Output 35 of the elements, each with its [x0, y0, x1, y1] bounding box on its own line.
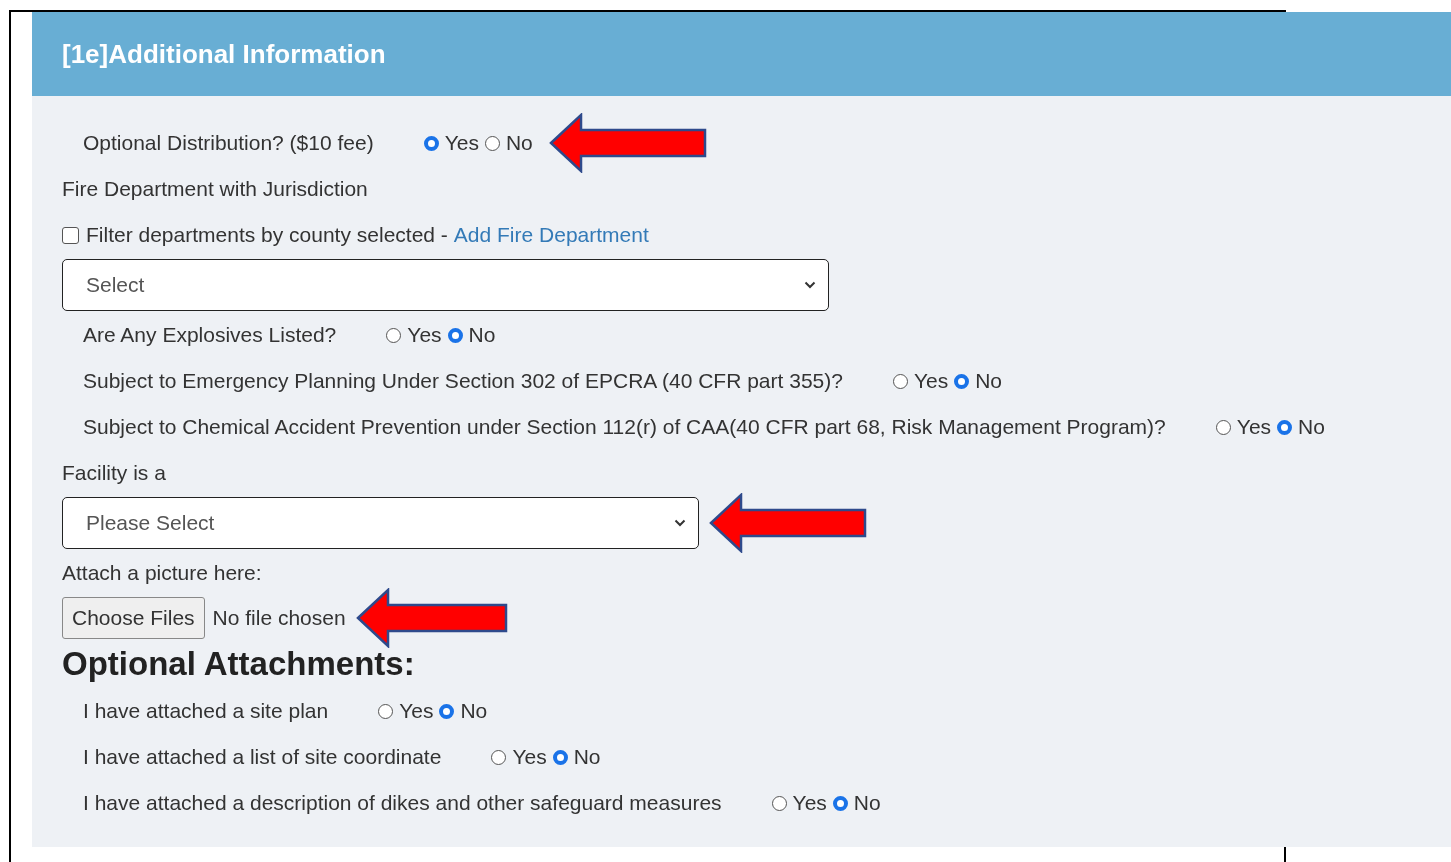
radio-option[interactable]: Yes [892, 369, 949, 393]
select-field[interactable]: Select [62, 259, 829, 311]
checkbox-label: Filter departments by county selected - [86, 223, 448, 247]
radio-option[interactable]: Yes [771, 791, 827, 815]
field-label: Attach a picture here: [62, 561, 262, 585]
field-label: Facility is a [62, 461, 166, 485]
file-status: No file chosen [212, 606, 346, 630]
radio-option[interactable]: No [1277, 415, 1325, 439]
question-label: I have attached a description of dikes and other safeguard measures [83, 791, 722, 815]
radio-option[interactable]: Yes [491, 745, 547, 769]
question-label: Subject to Chemical Accident Prevention under Section 112(r) of CAA(40 CFR part 68, Risk Management Program)? [83, 415, 1166, 439]
radio-option[interactable]: Yes [386, 323, 442, 347]
question-label: Are Any Explosives Listed? [83, 323, 337, 347]
radio-option[interactable]: Yes [423, 131, 479, 155]
question-label: I have attached a list of site coordinate [83, 745, 442, 769]
checkbox[interactable] [62, 226, 79, 244]
radio-option[interactable]: No [439, 699, 488, 723]
radio-option[interactable]: Yes [378, 699, 434, 723]
choose-files-button[interactable]: Choose Files [62, 597, 205, 639]
question-label: Optional Distribution? ($10 fee) [83, 131, 374, 155]
radio-option[interactable]: No [954, 369, 1003, 393]
select-field[interactable]: Please Select [62, 497, 699, 549]
panel-title: [1e]Additional Information [62, 38, 386, 70]
radio-option[interactable]: No [832, 791, 881, 815]
question-label: Subject to Emergency Planning Under Section 302 of EPCRA (40 CFR part 355)? [83, 369, 843, 393]
radio-option[interactable]: No [484, 131, 533, 155]
radio-option[interactable]: No [552, 745, 601, 769]
section-heading: Optional Attachments: [62, 645, 415, 683]
radio-option[interactable]: Yes [1215, 415, 1272, 439]
question-label: I have attached a site plan [83, 699, 329, 723]
radio-option[interactable]: No [447, 323, 496, 347]
chevron-down-icon [804, 281, 816, 289]
chevron-down-icon [674, 519, 686, 527]
field-label: Fire Department with Jurisdiction [62, 177, 368, 201]
add-department-link[interactable]: Add Fire Department [453, 223, 649, 247]
